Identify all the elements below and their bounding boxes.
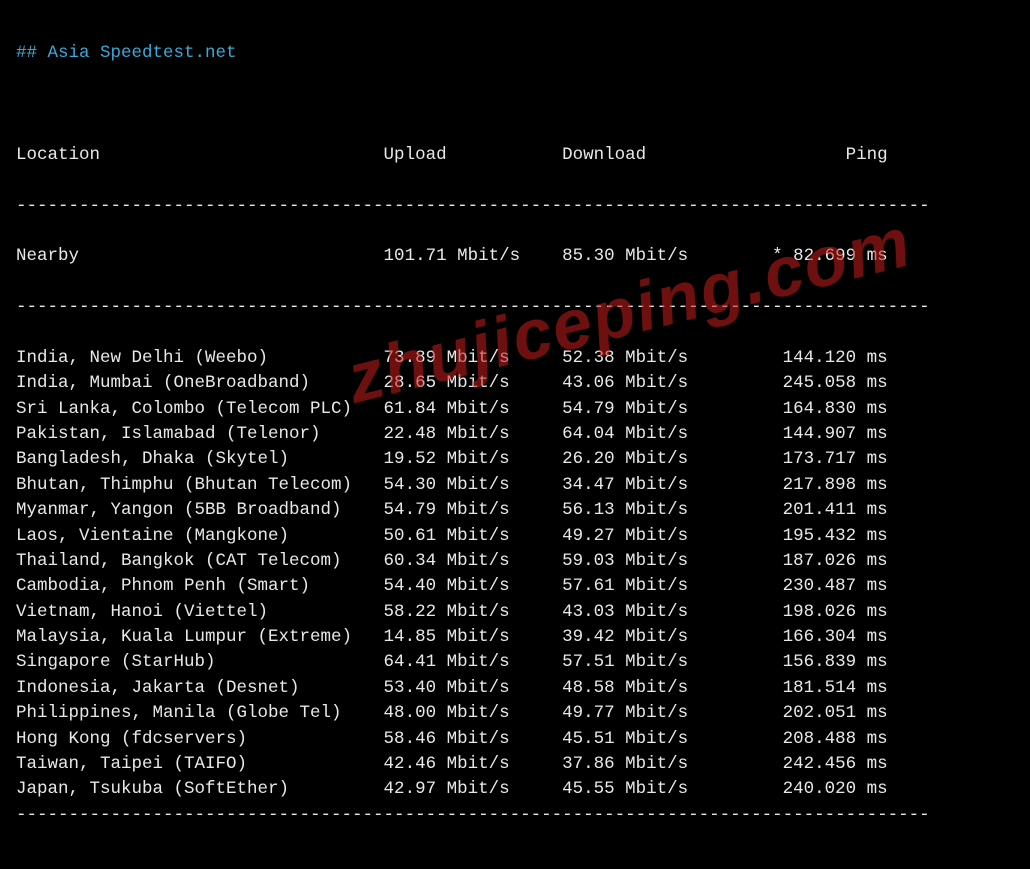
table-row: Vietnam, Hanoi (Viettel) 58.22 Mbit/s 43… bbox=[16, 600, 1014, 625]
table-row: Bangladesh, Dhaka (Skytel) 19.52 Mbit/s … bbox=[16, 447, 1014, 472]
divider-line: ----------------------------------------… bbox=[16, 295, 1014, 320]
table-row: Laos, Vientaine (Mangkone) 50.61 Mbit/s … bbox=[16, 524, 1014, 549]
table-row: Japan, Tsukuba (SoftEther) 42.97 Mbit/s … bbox=[16, 777, 1014, 802]
table-row: Cambodia, Phnom Penh (Smart) 54.40 Mbit/… bbox=[16, 574, 1014, 599]
table-row: Malaysia, Kuala Lumpur (Extreme) 14.85 M… bbox=[16, 625, 1014, 650]
table-row: India, Mumbai (OneBroadband) 28.65 Mbit/… bbox=[16, 371, 1014, 396]
terminal-output: ## Asia Speedtest.net Location Upload Do… bbox=[16, 16, 1014, 853]
table-row: Bhutan, Thimphu (Bhutan Telecom) 54.30 M… bbox=[16, 473, 1014, 498]
table-row: Myanmar, Yangon (5BB Broadband) 54.79 Mb… bbox=[16, 498, 1014, 523]
divider-line: ----------------------------------------… bbox=[16, 194, 1014, 219]
nearby-row: Nearby 101.71 Mbit/s 85.30 Mbit/s * 82.6… bbox=[16, 244, 1014, 269]
table-row: Taiwan, Taipei (TAIFO) 42.46 Mbit/s 37.8… bbox=[16, 752, 1014, 777]
table-row: Sri Lanka, Colombo (Telecom PLC) 61.84 M… bbox=[16, 397, 1014, 422]
divider-line: ----------------------------------------… bbox=[16, 803, 1014, 828]
section-title: ## Asia Speedtest.net bbox=[16, 41, 1014, 66]
blank-line bbox=[16, 92, 1014, 117]
table-row: Thailand, Bangkok (CAT Telecom) 60.34 Mb… bbox=[16, 549, 1014, 574]
table-row: Pakistan, Islamabad (Telenor) 22.48 Mbit… bbox=[16, 422, 1014, 447]
table-row: Hong Kong (fdcservers) 58.46 Mbit/s 45.5… bbox=[16, 727, 1014, 752]
table-row: Indonesia, Jakarta (Desnet) 53.40 Mbit/s… bbox=[16, 676, 1014, 701]
table-row: India, New Delhi (Weebo) 73.89 Mbit/s 52… bbox=[16, 346, 1014, 371]
column-header-row: Location Upload Download Ping bbox=[16, 143, 1014, 168]
table-row: Singapore (StarHub) 64.41 Mbit/s 57.51 M… bbox=[16, 650, 1014, 675]
